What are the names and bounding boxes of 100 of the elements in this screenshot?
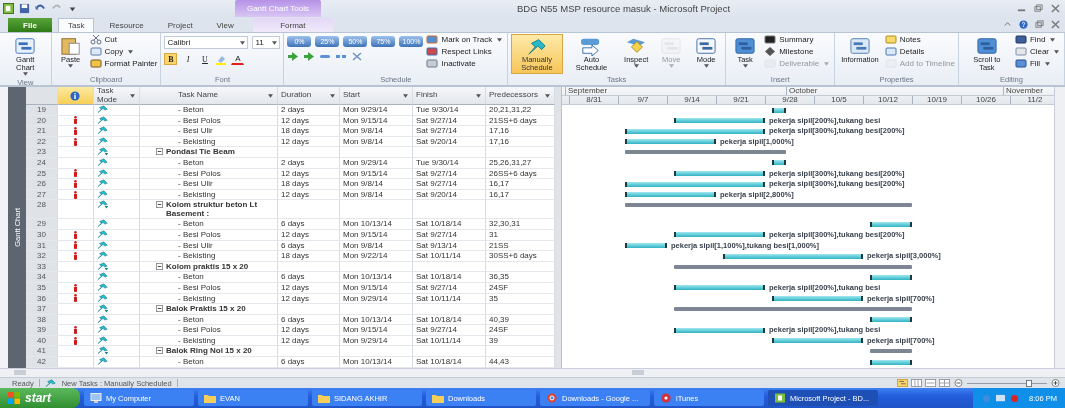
pushpin-icon — [97, 189, 109, 199]
task-bar[interactable] — [674, 327, 765, 333]
ribbon-button[interactable]: Mark on Track — [426, 34, 505, 45]
task-name: - Bekisting — [178, 189, 216, 199]
vertical-scrollbar[interactable] — [1054, 87, 1065, 369]
app-icon[interactable] — [3, 3, 14, 14]
computer-icon[interactable] — [995, 393, 1007, 403]
column-header[interactable]: Task Mode — [94, 87, 140, 105]
column-header[interactable]: Finish — [413, 87, 486, 105]
ribbon-tab[interactable]: Project — [158, 18, 202, 32]
summary-bar[interactable] — [674, 307, 912, 312]
task-bar[interactable] — [625, 192, 716, 198]
close-icon[interactable] — [1050, 20, 1061, 29]
column-header[interactable]: Duration — [278, 87, 340, 105]
finish-cell: Sat 9/13/14 — [413, 240, 486, 252]
predecessors-cell: 17,16 — [486, 126, 555, 137]
ribbon-tab[interactable]: View — [207, 18, 243, 32]
task-bar[interactable] — [772, 338, 863, 344]
start-cell: Mon 9/8/14 — [340, 240, 413, 252]
indent-icon[interactable] — [303, 51, 316, 62]
slider-thumb[interactable] — [1026, 379, 1033, 387]
predecessors-cell — [486, 200, 555, 220]
ribbon-button[interactable]: Find — [1014, 34, 1061, 45]
summary-bar[interactable] — [625, 203, 912, 208]
task-name: Balok Praktis 15 x 20 — [166, 304, 246, 314]
task-bar[interactable] — [870, 221, 912, 227]
restore-icon[interactable] — [1033, 4, 1044, 13]
collapse-icon[interactable] — [156, 201, 163, 209]
ribbon-button[interactable]: Inactivate — [426, 58, 505, 69]
zoom-out-icon[interactable] — [953, 379, 964, 388]
task-bar[interactable] — [625, 139, 716, 145]
predecessors-cell: 26SS+6 days — [486, 168, 555, 180]
pushpin-icon — [97, 126, 109, 135]
task-usage-icon[interactable] — [911, 379, 922, 388]
close-icon[interactable] — [1050, 4, 1061, 13]
task-bar[interactable] — [772, 160, 786, 166]
task-name: Kolom struktur beton Lt Basement : — [166, 200, 259, 219]
font-color-button[interactable]: A — [231, 53, 245, 65]
task-bar[interactable] — [674, 118, 765, 124]
task-bar[interactable] — [625, 181, 765, 187]
column-header[interactable]: Predecessors — [486, 87, 555, 105]
restore-icon[interactable] — [1034, 20, 1045, 29]
save-icon[interactable] — [19, 3, 30, 14]
start-cell: Mon 9/15/14 — [340, 229, 413, 241]
help-icon[interactable] — [1018, 20, 1029, 29]
task-bar[interactable] — [674, 285, 765, 291]
collapse-icon[interactable] — [156, 347, 163, 355]
week-label: 9/21 — [716, 96, 765, 104]
ribbon-button[interactable]: Copy — [89, 46, 158, 57]
team-planner-icon[interactable] — [925, 379, 936, 388]
font-style-button[interactable]: U — [198, 53, 212, 65]
font-style-button[interactable]: B — [164, 53, 178, 65]
ribbon-button[interactable]: Clear — [1014, 46, 1061, 57]
task-bar[interactable] — [772, 107, 786, 113]
task-bar[interactable] — [674, 232, 765, 238]
ribbon-tab[interactable]: Format — [252, 18, 333, 32]
summary-bar[interactable] — [674, 264, 912, 269]
pushpin-icon — [97, 251, 109, 260]
split-icon[interactable] — [351, 51, 364, 62]
zoom-in-icon[interactable] — [1050, 379, 1061, 388]
task-bar[interactable] — [723, 253, 863, 259]
gantt-view-icon[interactable] — [897, 379, 908, 388]
task-bar[interactable] — [674, 171, 765, 177]
font-style-button[interactable]: I — [181, 53, 195, 65]
collapse-ribbon-icon[interactable] — [1002, 20, 1013, 29]
font-size-field[interactable]: 11 — [252, 36, 281, 49]
file-tab[interactable]: File — [8, 18, 52, 32]
resource-sheet-icon[interactable] — [939, 379, 950, 388]
ribbon-button[interactable]: Details — [884, 46, 955, 57]
ribbon-button[interactable]: Summary — [764, 34, 832, 45]
task-bar[interactable] — [870, 317, 912, 323]
ribbon-button[interactable]: Respect Links — [426, 46, 505, 57]
task-bar[interactable] — [772, 296, 863, 301]
collapse-icon[interactable] — [156, 148, 163, 156]
task-bar[interactable] — [870, 359, 912, 365]
ribbon-button[interactable]: Cut — [89, 34, 158, 45]
indicator-header[interactable] — [58, 87, 94, 105]
ribbon-tab[interactable]: Task — [58, 18, 95, 32]
finish-cell: Sat 10/18/14 — [413, 314, 486, 326]
finish-cell: Sat 9/20/14 — [413, 189, 486, 201]
ribbon-button[interactable]: Notes — [884, 34, 955, 45]
task-bar[interactable] — [870, 274, 912, 280]
ribbon-button[interactable]: Format Painter — [89, 58, 158, 69]
task-bar[interactable] — [625, 128, 765, 134]
outdent-icon[interactable] — [287, 51, 300, 62]
ribbon-tab[interactable]: Resource — [100, 18, 153, 32]
font-name-field[interactable]: Calibri — [164, 36, 249, 49]
ribbon-button[interactable]: Fill — [1014, 58, 1061, 69]
row-number: 29 — [26, 219, 58, 230]
summary-bar[interactable] — [625, 150, 786, 155]
collapse-icon[interactable] — [156, 262, 163, 270]
task-name: - Beton — [178, 105, 204, 114]
collapse-icon[interactable] — [156, 305, 163, 313]
ribbon-button[interactable]: Milestone — [764, 46, 832, 57]
task-bar[interactable] — [625, 243, 667, 249]
column-header[interactable]: Start — [340, 87, 413, 105]
row-number: 32 — [26, 251, 58, 262]
summary-bar[interactable] — [870, 349, 912, 354]
column-header[interactable]: Task Name — [140, 87, 278, 105]
finish-cell: Sat 9/27/14 — [413, 168, 486, 180]
